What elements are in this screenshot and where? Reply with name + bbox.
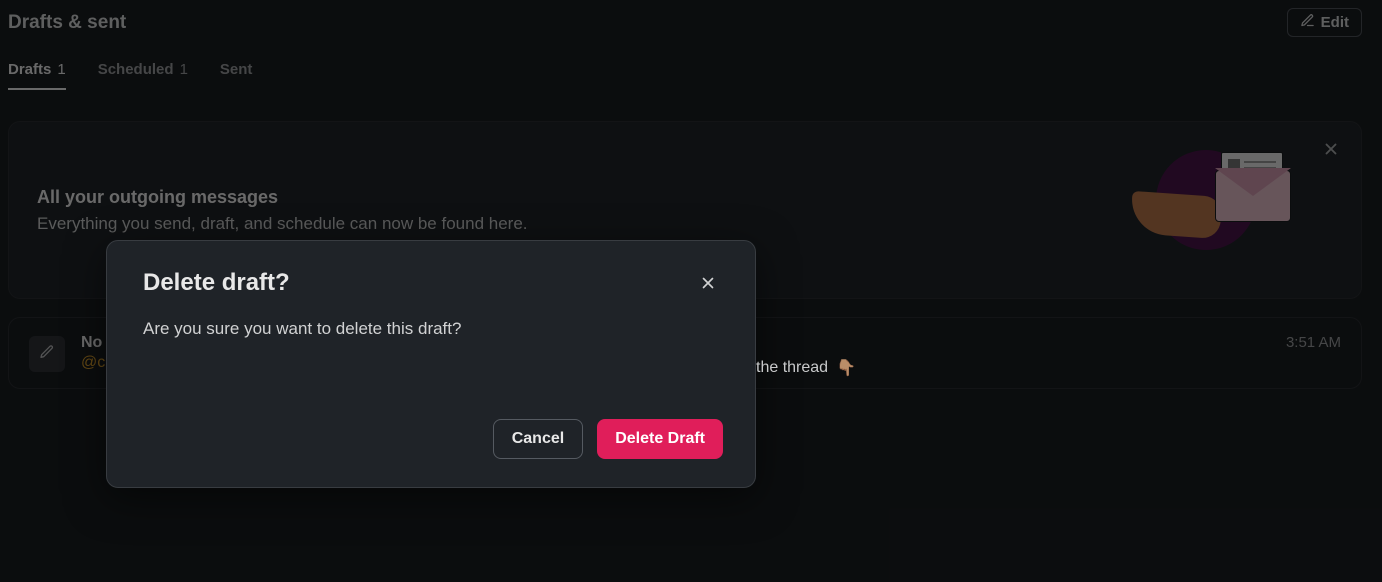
draft-snippet-tail: the thread bbox=[756, 359, 828, 377]
dialog-body: Are you sure you want to delete this dra… bbox=[143, 319, 723, 339]
delete-draft-dialog: Delete draft? Are you sure you want to d… bbox=[106, 240, 756, 488]
dialog-title: Delete draft? bbox=[143, 269, 290, 297]
delete-draft-button[interactable]: Delete Draft bbox=[597, 419, 723, 459]
point-down-emoji-icon: 👇🏽 bbox=[836, 358, 856, 378]
cancel-button[interactable]: Cancel bbox=[493, 419, 583, 459]
close-icon bbox=[699, 274, 717, 295]
draft-preview-overflow: the thread 👇🏽 bbox=[756, 358, 856, 378]
dialog-close-button[interactable] bbox=[693, 269, 723, 299]
